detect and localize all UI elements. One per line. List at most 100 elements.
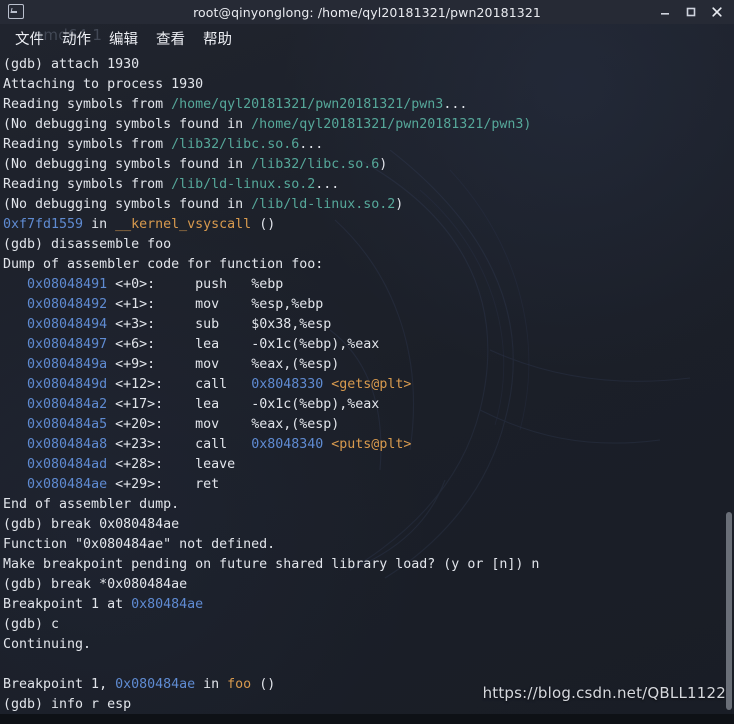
terminal-text: /lib/ld-linux.so.2 xyxy=(171,177,316,192)
desktop-bottom-strip xyxy=(0,714,734,724)
menu-view[interactable]: 查看 xyxy=(149,26,192,51)
terminal-text: 0x8048340 xyxy=(251,437,324,452)
terminal-line: 0x080484ae <+29>: ret xyxy=(3,475,734,495)
terminal-text: Function "0x080484ae" not defined. xyxy=(3,537,276,552)
terminal-text: (gdb) c xyxy=(3,617,60,632)
terminal-text: <+28>: leave xyxy=(107,457,236,472)
terminal-text: ... xyxy=(315,177,340,192)
terminal-line: Dump of assembler code for function foo: xyxy=(3,255,734,275)
terminal-text: (gdb) info r esp xyxy=(3,697,132,712)
terminal-line: (gdb) attach 1930 xyxy=(3,55,734,75)
terminal-text: 0x08048491 xyxy=(27,277,108,292)
terminal-text: (No debugging symbols found in xyxy=(3,117,252,132)
terminal-text: /lib32/libc.so.6 xyxy=(171,137,300,152)
maximize-icon[interactable] xyxy=(678,0,704,24)
terminal-text: Make breakpoint pending on future shared… xyxy=(3,557,540,572)
terminal-line: (No debugging symbols found in /lib/ld-l… xyxy=(3,195,734,215)
terminal-text: 0x08048494 xyxy=(27,317,108,332)
terminal-text: <+20>: mov %eax,(%esp) xyxy=(107,417,340,432)
terminal-text: <+9>: mov %eax,(%esp) xyxy=(107,357,340,372)
terminal-text: __kernel_vsyscall xyxy=(115,217,252,232)
close-icon[interactable] xyxy=(704,0,730,24)
menu-actions[interactable]: 动作 xyxy=(55,26,98,51)
terminal-line: Breakpoint 1, 0x080484ae in foo () xyxy=(3,675,734,695)
terminal-window: root@qinyonglong: /home/qyl20181321/pwn2… xyxy=(0,0,734,724)
menu-edit[interactable]: 编辑 xyxy=(102,26,145,51)
terminal-text: 0xf7fd1559 xyxy=(3,217,84,232)
terminal-line: (No debugging symbols found in /home/qyl… xyxy=(3,115,734,135)
terminal-line: (gdb) break 0x080484ae xyxy=(3,515,734,535)
titlebar[interactable]: root@qinyonglong: /home/qyl20181321/pwn2… xyxy=(0,0,734,24)
terminal-line: (gdb) break *0x080484ae xyxy=(3,575,734,595)
terminal-text: (gdb) disassemble foo xyxy=(3,237,172,252)
menu-file[interactable]: 文件 xyxy=(8,26,51,51)
terminal-text: 0x8048330 xyxy=(251,377,324,392)
terminal-text: 0x0804849d xyxy=(27,377,108,392)
terminal-line: 0x080484a5 <+20>: mov %eax,(%esp) xyxy=(3,415,734,435)
terminal-text: ... xyxy=(443,97,468,112)
terminal-text: <puts@plt> xyxy=(331,437,412,452)
terminal-text: Attaching to process 1930 xyxy=(3,77,204,92)
terminal-line: Reading symbols from /home/qyl20181321/p… xyxy=(3,95,734,115)
terminal-text: (No debugging symbols found in xyxy=(3,157,252,172)
terminal-line: Reading symbols from /lib32/libc.so.6... xyxy=(3,135,734,155)
terminal-text: () xyxy=(251,217,276,232)
terminal-text: Breakpoint 1, xyxy=(3,677,116,692)
terminal-line: 0x08048494 <+3>: sub $0x38,%esp xyxy=(3,315,734,335)
terminal-text: ... xyxy=(299,137,324,152)
screen-root: Kali Linux amd64 1 root@qinyonglong: /ho… xyxy=(0,0,734,724)
terminal-lines: (gdb) attach 1930 Attaching to process 19… xyxy=(3,55,734,724)
terminal-text: <+1>: mov %esp,%ebp xyxy=(107,297,324,312)
terminal-text: 0x080484ae xyxy=(115,677,196,692)
terminal-text: ) xyxy=(523,117,532,132)
terminal-line: (gdb) info r esp xyxy=(3,695,734,715)
vertical-scrollbar[interactable] xyxy=(723,52,734,724)
terminal-text: <+29>: ret xyxy=(107,477,220,492)
terminal-text: End of assembler dump. xyxy=(3,497,180,512)
terminal-text: <+6>: lea -0x1c(%ebp),%eax xyxy=(107,337,380,352)
terminal-text: ) xyxy=(379,157,388,172)
terminal-text: 0x080484ae xyxy=(27,477,108,492)
terminal-line: (gdb) disassemble foo xyxy=(3,235,734,255)
terminal-text: foo xyxy=(227,677,252,692)
terminal-output-area[interactable]: (gdb) attach 1930 Attaching to process 19… xyxy=(0,52,734,724)
minimize-icon[interactable] xyxy=(652,0,678,24)
terminal-line: 0x08048497 <+6>: lea -0x1c(%ebp),%eax xyxy=(3,335,734,355)
scrollbar-thumb[interactable] xyxy=(726,512,732,710)
terminal-text: in xyxy=(83,217,116,232)
terminal-text: () xyxy=(251,677,276,692)
terminal-text: Breakpoint 1 at xyxy=(3,597,132,612)
terminal-text: Reading symbols from xyxy=(3,137,172,152)
window-title: root@qinyonglong: /home/qyl20181321/pwn2… xyxy=(193,4,541,20)
terminal-line: Reading symbols from /lib/ld-linux.so.2.… xyxy=(3,175,734,195)
window-controls xyxy=(652,0,730,24)
terminal-text: <+0>: push %ebp xyxy=(107,277,284,292)
terminal-text: 0x080484a8 xyxy=(27,437,108,452)
terminal-line: 0x080484ad <+28>: leave xyxy=(3,455,734,475)
menu-help[interactable]: 帮助 xyxy=(196,26,239,51)
terminal-text: 0x0804849a xyxy=(27,357,108,372)
terminal-line: 0x080484a8 <+23>: call 0x8048340 <puts@p… xyxy=(3,435,734,455)
menubar: 文件 动作 编辑 查看 帮助 xyxy=(0,24,734,52)
terminal-text: <+12>: call xyxy=(107,377,252,392)
terminal-text: Reading symbols from xyxy=(3,97,172,112)
terminal-line: Make breakpoint pending on future shared… xyxy=(3,555,734,575)
terminal-text: (gdb) break *0x080484ae xyxy=(3,577,188,592)
terminal-text: 0x080484a2 xyxy=(27,397,108,412)
terminal-line: Attaching to process 1930 xyxy=(3,75,734,95)
terminal-line: Function "0x080484ae" not defined. xyxy=(3,535,734,555)
terminal-text: Reading symbols from xyxy=(3,177,172,192)
terminal-line: 0x08048491 <+0>: push %ebp xyxy=(3,275,734,295)
terminal-text: (gdb) attach 1930 xyxy=(3,57,140,72)
terminal-text: /lib32/libc.so.6 xyxy=(251,157,380,172)
